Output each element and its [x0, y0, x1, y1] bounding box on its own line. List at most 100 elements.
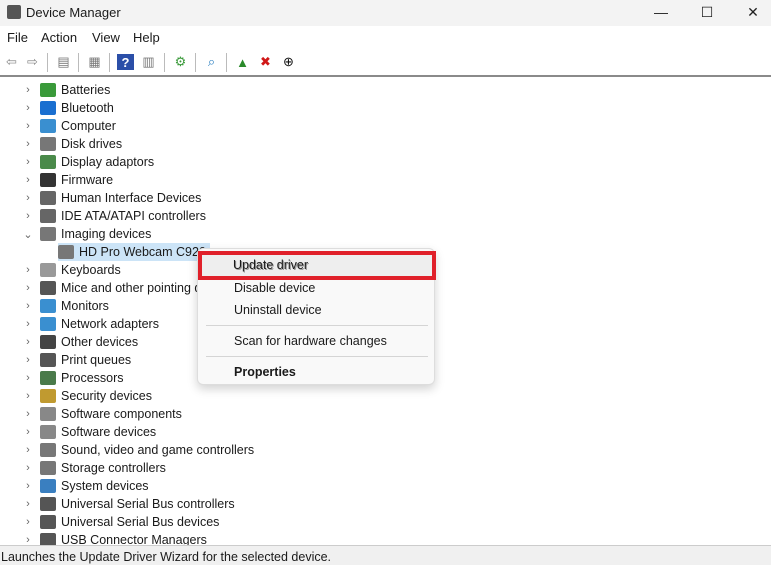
toolbar-separator: [164, 53, 165, 72]
chevron-right-icon[interactable]: ›: [22, 102, 34, 114]
chevron-right-icon[interactable]: ›: [22, 192, 34, 204]
menu-help[interactable]: Help: [133, 30, 160, 45]
chevron-right-icon[interactable]: ›: [22, 516, 34, 528]
chevron-right-icon[interactable]: ›: [22, 498, 34, 510]
update-driver-icon[interactable]: ⚙: [172, 54, 189, 70]
chevron-right-icon[interactable]: ›: [22, 480, 34, 492]
chevron-right-icon[interactable]: ›: [22, 318, 34, 330]
menu-action[interactable]: Action: [41, 30, 77, 45]
menu-separator: [206, 356, 428, 357]
title-bar: Device Manager — ☐ ✕: [0, 0, 771, 26]
tree-item[interactable]: › Keyboards: [22, 261, 121, 279]
close-button[interactable]: ✕: [730, 0, 771, 24]
menu-item-update-driver-label[interactable]: Update driver: [233, 258, 308, 272]
help-icon[interactable]: ?: [117, 54, 134, 70]
minimize-button[interactable]: —: [638, 0, 684, 24]
tree-item-label: Keyboards: [61, 263, 121, 277]
tree-item[interactable]: › Batteries: [22, 81, 110, 99]
chevron-right-icon[interactable]: ›: [22, 408, 34, 420]
uninstall-icon[interactable]: ✖: [257, 54, 274, 70]
tree-item[interactable]: › Storage controllers: [22, 459, 166, 477]
chevron-right-icon[interactable]: ›: [22, 534, 34, 545]
tree-item[interactable]: › Human Interface Devices: [22, 189, 201, 207]
forward-icon[interactable]: ⇨: [24, 54, 41, 70]
tree-item[interactable]: › Sound, video and game controllers: [22, 441, 254, 459]
device-category-icon: [40, 191, 56, 205]
menu-item-properties[interactable]: Properties: [234, 365, 296, 379]
tree-item[interactable]: › Software devices: [22, 423, 156, 441]
chevron-right-icon[interactable]: ›: [22, 390, 34, 402]
chevron-right-icon[interactable]: ›: [22, 462, 34, 474]
add-driver-icon[interactable]: ▲: [234, 54, 251, 70]
chevron-right-icon[interactable]: ›: [22, 282, 34, 294]
chevron-right-icon[interactable]: ›: [22, 354, 34, 366]
tree-item-label: USB Connector Managers: [61, 533, 207, 545]
tree-item[interactable]: › Firmware: [22, 171, 113, 189]
tree-item[interactable]: › Software components: [22, 405, 182, 423]
device-category-icon: [40, 371, 56, 385]
properties-icon[interactable]: ▦: [86, 54, 103, 70]
tree-item-label: Computer: [61, 119, 116, 133]
chevron-down-icon[interactable]: ⌄: [22, 228, 34, 241]
chevron-right-icon[interactable]: ›: [22, 426, 34, 438]
tree-item[interactable]: › Universal Serial Bus devices: [22, 513, 219, 531]
show-hide-console-tree-icon[interactable]: ▤: [55, 54, 72, 70]
chevron-right-icon[interactable]: ›: [22, 210, 34, 222]
device-category-icon: [40, 407, 56, 421]
disable-icon[interactable]: ⊕: [280, 54, 297, 70]
toolbar-separator: [78, 53, 79, 72]
tree-item[interactable]: › IDE ATA/ATAPI controllers: [22, 207, 206, 225]
tree-item[interactable]: › Computer: [22, 117, 116, 135]
chevron-right-icon[interactable]: ›: [22, 444, 34, 456]
tree-item[interactable]: › Monitors: [22, 297, 109, 315]
tree-item[interactable]: HD Pro Webcam C920: [58, 243, 210, 261]
device-category-icon: [40, 101, 56, 115]
tree-item[interactable]: › Network adapters: [22, 315, 159, 333]
tree-item[interactable]: › Universal Serial Bus controllers: [22, 495, 235, 513]
tree-item-label: Sound, video and game controllers: [61, 443, 255, 457]
chevron-right-icon[interactable]: ›: [22, 264, 34, 276]
tree-item-label: Processors: [61, 371, 124, 385]
chevron-right-icon[interactable]: ›: [22, 300, 34, 312]
chevron-right-icon[interactable]: ›: [22, 138, 34, 150]
device-category-icon: [40, 515, 56, 529]
tree-item[interactable]: ⌄ Imaging devices: [22, 225, 151, 243]
tree-item[interactable]: › Display adaptors: [22, 153, 154, 171]
menu-separator: [206, 325, 428, 326]
tree-item[interactable]: › Bluetooth: [22, 99, 114, 117]
tree-item-label: Imaging devices: [61, 227, 152, 241]
toolbar-separator: [47, 53, 48, 72]
chevron-right-icon[interactable]: ›: [22, 372, 34, 384]
chevron-right-icon[interactable]: ›: [22, 174, 34, 186]
back-icon[interactable]: ⇦: [3, 54, 20, 70]
chevron-right-icon[interactable]: ›: [22, 84, 34, 96]
scan-hardware-icon[interactable]: ⌕: [203, 54, 220, 70]
tree-item[interactable]: › Disk drives: [22, 135, 122, 153]
tree-item[interactable]: › USB Connector Managers: [22, 531, 207, 545]
device-category-icon: [40, 389, 56, 403]
toolbar-separator: [226, 53, 227, 72]
tree-item[interactable]: › Other devices: [22, 333, 138, 351]
chevron-right-icon[interactable]: ›: [22, 120, 34, 132]
chevron-right-icon[interactable]: ›: [22, 336, 34, 348]
chevron-right-icon[interactable]: ›: [22, 156, 34, 168]
menu-view[interactable]: View: [92, 30, 120, 45]
menu-item-uninstall-device[interactable]: Uninstall device: [234, 303, 322, 317]
device-category-icon: [58, 245, 74, 259]
menu-item-scan-hardware[interactable]: Scan for hardware changes: [234, 334, 387, 348]
menu-item-disable-device[interactable]: Disable device: [234, 281, 315, 295]
tree-item[interactable]: › Print queues: [22, 351, 131, 369]
device-category-icon: [40, 209, 56, 223]
toolbar-separator: [109, 53, 110, 72]
device-category-icon: [40, 497, 56, 511]
tree-item[interactable]: › Security devices: [22, 387, 152, 405]
tree-item[interactable]: › System devices: [22, 477, 149, 495]
tree-item-label: IDE ATA/ATAPI controllers: [61, 209, 206, 223]
device-category-icon: [40, 353, 56, 367]
tree-item[interactable]: › Processors: [22, 369, 124, 387]
device-manager-icon: [7, 5, 21, 19]
tree-item-label: Human Interface Devices: [61, 191, 202, 205]
maximize-button[interactable]: ☐: [684, 0, 730, 24]
action-pane-icon[interactable]: ▥: [140, 54, 157, 70]
menu-file[interactable]: File: [7, 30, 28, 45]
